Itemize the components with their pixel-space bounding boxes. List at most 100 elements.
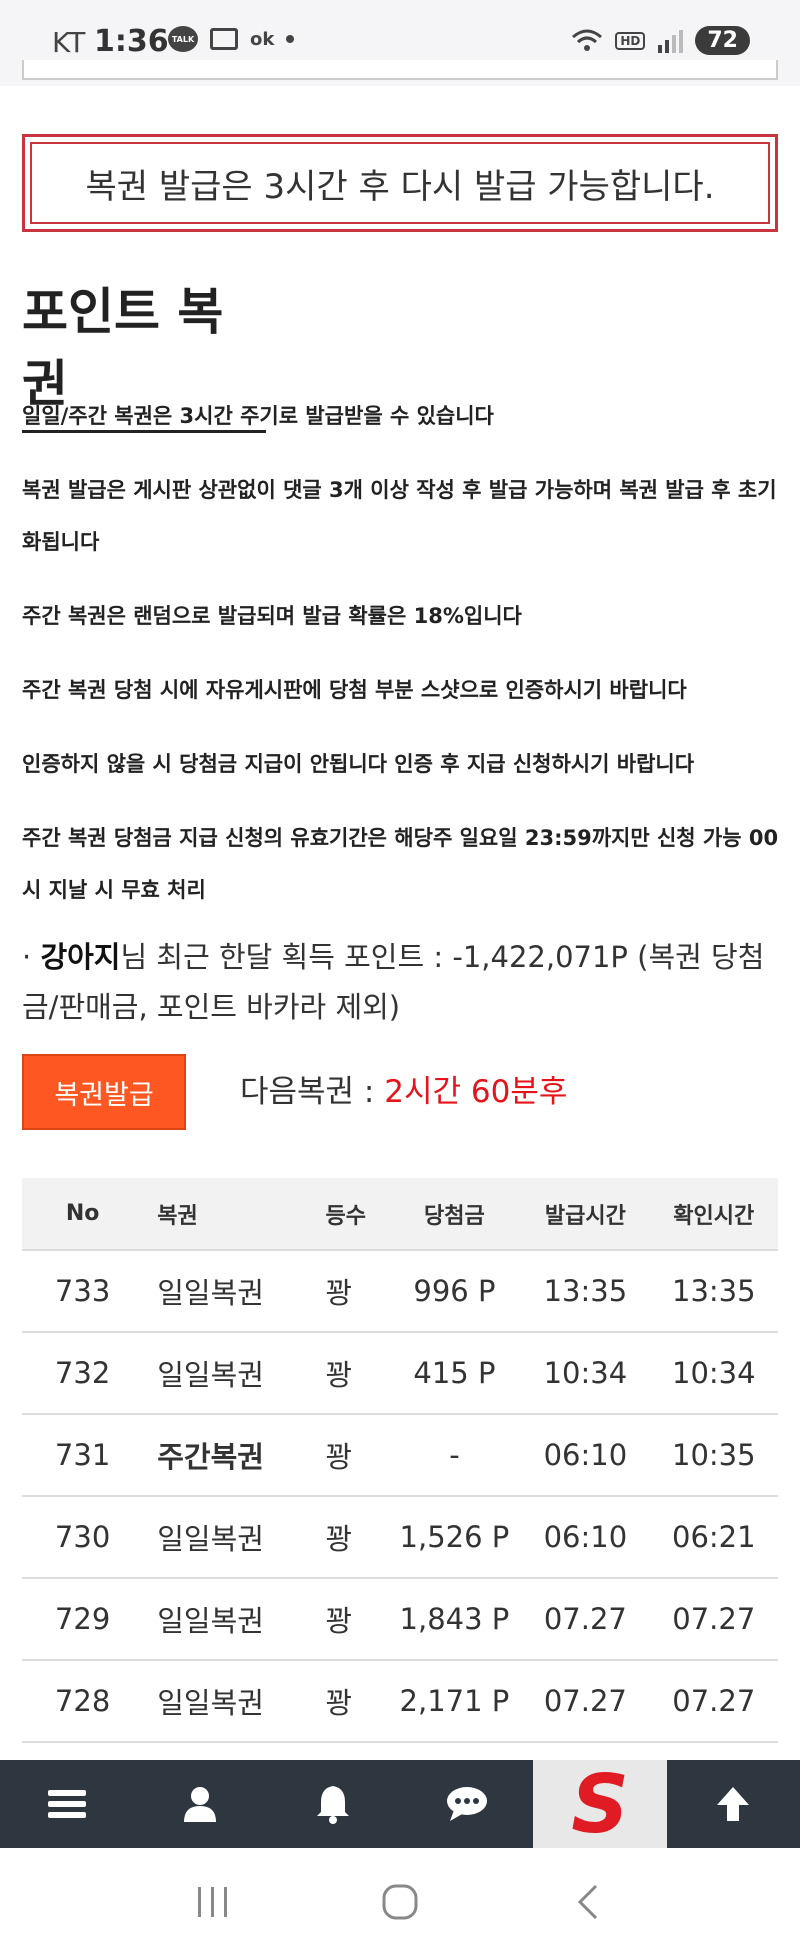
ok-icon: ok	[250, 28, 275, 50]
cell-checked-time: 06:21	[649, 1496, 778, 1579]
chat-icon	[446, 1787, 487, 1821]
partial-content-box	[22, 60, 778, 80]
battery-indicator: 72	[695, 26, 750, 55]
cell-prize: 415 P	[387, 1332, 522, 1415]
table-header-row: No 복권 등수 당첨금 발급시간 확인시간	[22, 1178, 778, 1251]
next-ticket-label: 다음복권 :	[240, 1074, 385, 1110]
profile-button[interactable]	[133, 1760, 266, 1848]
table-row[interactable]: 732 일일복권 꽝 415 P 10:34 10:34	[22, 1332, 778, 1415]
cell-issued-time: 07.27	[521, 1660, 650, 1743]
header-issued-time: 발급시간	[521, 1178, 650, 1251]
cell-ticket: 일일복권	[143, 1496, 306, 1579]
cell-grade: 꽝	[305, 1250, 388, 1333]
notification-icons: TALK ok	[168, 26, 295, 52]
clock: 1:36	[94, 24, 169, 59]
notice-banner: 복권 발급은 3시간 후 다시 발급 가능합니다.	[22, 134, 778, 232]
table-row[interactable]: 728 일일복권 꽝 2,171 P 07.27 07.27	[22, 1660, 778, 1743]
back-button[interactable]	[557, 1872, 617, 1932]
cell-checked-time: 10:34	[649, 1332, 778, 1415]
cell-no: 733	[22, 1250, 144, 1333]
more-notifications-icon	[286, 35, 295, 43]
issue-ticket-button[interactable]: 복권발급	[22, 1054, 186, 1130]
bell-icon	[317, 1786, 350, 1824]
cell-grade: 꽝	[305, 1496, 388, 1579]
chat-button[interactable]	[400, 1760, 533, 1848]
kakaotalk-icon: TALK	[168, 26, 198, 52]
user-icon	[183, 1787, 216, 1822]
rule-item: 주간 복권은 랜덤으로 발급되며 발급 확률은 18%입니다	[22, 604, 522, 628]
cell-grade: 꽝	[305, 1578, 388, 1661]
cell-ticket: 일일복권	[143, 1250, 306, 1333]
menu-button[interactable]	[0, 1760, 133, 1848]
cell-no: 731	[22, 1414, 144, 1497]
logo-letter: S	[571, 1766, 629, 1842]
points-text: 님 최근 한달 획득 포인트 : -1,422,071P (복권 당첨금/판매금…	[22, 940, 765, 1024]
ticket-history-table: No 복권 등수 당첨금 발급시간 확인시간 733 일일복권 꽝 996 P …	[22, 1178, 778, 1743]
cell-issued-time: 10:34	[521, 1332, 650, 1415]
header-grade: 등수	[305, 1178, 388, 1251]
rule-item: 주간 복권 당첨 시에 자유게시판에 당첨 부분 스샷으로 인증하시기 바랍니다	[22, 678, 687, 702]
cell-checked-time: 07.27	[649, 1578, 778, 1661]
header-prize: 당첨금	[387, 1178, 522, 1251]
site-logo: S	[571, 1766, 629, 1842]
scroll-top-icon	[717, 1787, 750, 1821]
cell-prize: 2,171 P	[387, 1660, 522, 1743]
header-checked-time: 확인시간	[649, 1178, 778, 1251]
scroll-top-button[interactable]	[667, 1760, 800, 1848]
cell-no: 730	[22, 1496, 144, 1579]
points-summary: · 강아지님 최근 한달 획득 포인트 : -1,422,071P (복권 당첨…	[22, 932, 782, 1032]
recent-apps-button[interactable]	[183, 1872, 243, 1932]
cell-ticket: 일일복권	[143, 1578, 306, 1661]
home-button[interactable]	[370, 1872, 430, 1932]
cell-issued-time: 07.27	[521, 1578, 650, 1661]
cell-prize: 1,843 P	[387, 1578, 522, 1661]
cell-no: 729	[22, 1578, 144, 1661]
cell-prize: -	[387, 1414, 522, 1497]
bullet: ·	[22, 940, 32, 974]
header-ticket: 복권	[143, 1178, 306, 1251]
carrier-label: KT	[52, 26, 86, 59]
next-ticket-time: 2시간 60분후	[384, 1074, 568, 1110]
cell-grade: 꽝	[305, 1414, 388, 1497]
recent-apps-icon	[198, 1887, 228, 1917]
wallet-icon	[210, 28, 238, 50]
menu-icon	[47, 1790, 86, 1818]
cell-no: 728	[22, 1660, 144, 1743]
cell-issued-time: 13:35	[521, 1250, 650, 1333]
table-row[interactable]: 729 일일복권 꽝 1,843 P 07.27 07.27	[22, 1578, 778, 1661]
system-navigation-bar	[0, 1848, 800, 1956]
cell-issued-time: 06:10	[521, 1496, 650, 1579]
cell-ticket: 일일복권	[143, 1332, 306, 1415]
cell-grade: 꽝	[305, 1332, 388, 1415]
signal-icon	[658, 29, 684, 53]
rule-item: 일일/주간 복권은 3시간 주기로 발급받을 수 있습니다	[22, 404, 494, 428]
back-icon	[577, 1884, 597, 1920]
bottom-toolbar: S	[0, 1760, 800, 1848]
cell-prize: 996 P	[387, 1250, 522, 1333]
cell-checked-time: 10:35	[649, 1414, 778, 1497]
notice-text: 복권 발급은 3시간 후 다시 발급 가능합니다.	[30, 142, 770, 224]
cell-no: 732	[22, 1332, 144, 1415]
table-row[interactable]: 733 일일복권 꽝 996 P 13:35 13:35	[22, 1250, 778, 1333]
cell-checked-time: 13:35	[649, 1250, 778, 1333]
cell-checked-time: 07.27	[649, 1660, 778, 1743]
hd-voice-icon: HD	[615, 31, 646, 50]
notifications-button[interactable]	[267, 1760, 400, 1848]
table-row[interactable]: 730 일일복권 꽝 1,526 P 06:10 06:21	[22, 1496, 778, 1579]
site-logo-button[interactable]: S	[533, 1760, 667, 1848]
home-icon	[382, 1884, 418, 1920]
cell-ticket: 주간복권	[143, 1414, 306, 1497]
cell-prize: 1,526 P	[387, 1496, 522, 1579]
header-no: No	[22, 1178, 144, 1251]
rule-item: 복권 발급은 게시판 상관없이 댓글 3개 이상 작성 후 발급 가능하며 복권…	[22, 478, 777, 554]
cell-issued-time: 06:10	[521, 1414, 650, 1497]
table-row[interactable]: 731 주간복권 꽝 - 06:10 10:35	[22, 1414, 778, 1497]
cell-ticket: 일일복권	[143, 1660, 306, 1743]
username: 강아지	[40, 940, 121, 974]
next-ticket-info: 다음복권 : 2시간 60분후	[240, 1066, 567, 1111]
system-icons: HD 72	[571, 26, 750, 55]
rule-item: 주간 복권 당첨금 지급 신청의 유효기간은 해당주 일요일 23:59까지만 …	[22, 826, 779, 902]
rule-item: 인증하지 않을 시 당첨금 지급이 안됩니다 인증 후 지급 신청하시기 바랍니…	[22, 752, 695, 776]
wifi-icon	[572, 29, 603, 51]
rules-list: 일일/주간 복권은 3시간 주기로 발급받을 수 있습니다 복권 발급은 게시판…	[22, 390, 782, 916]
